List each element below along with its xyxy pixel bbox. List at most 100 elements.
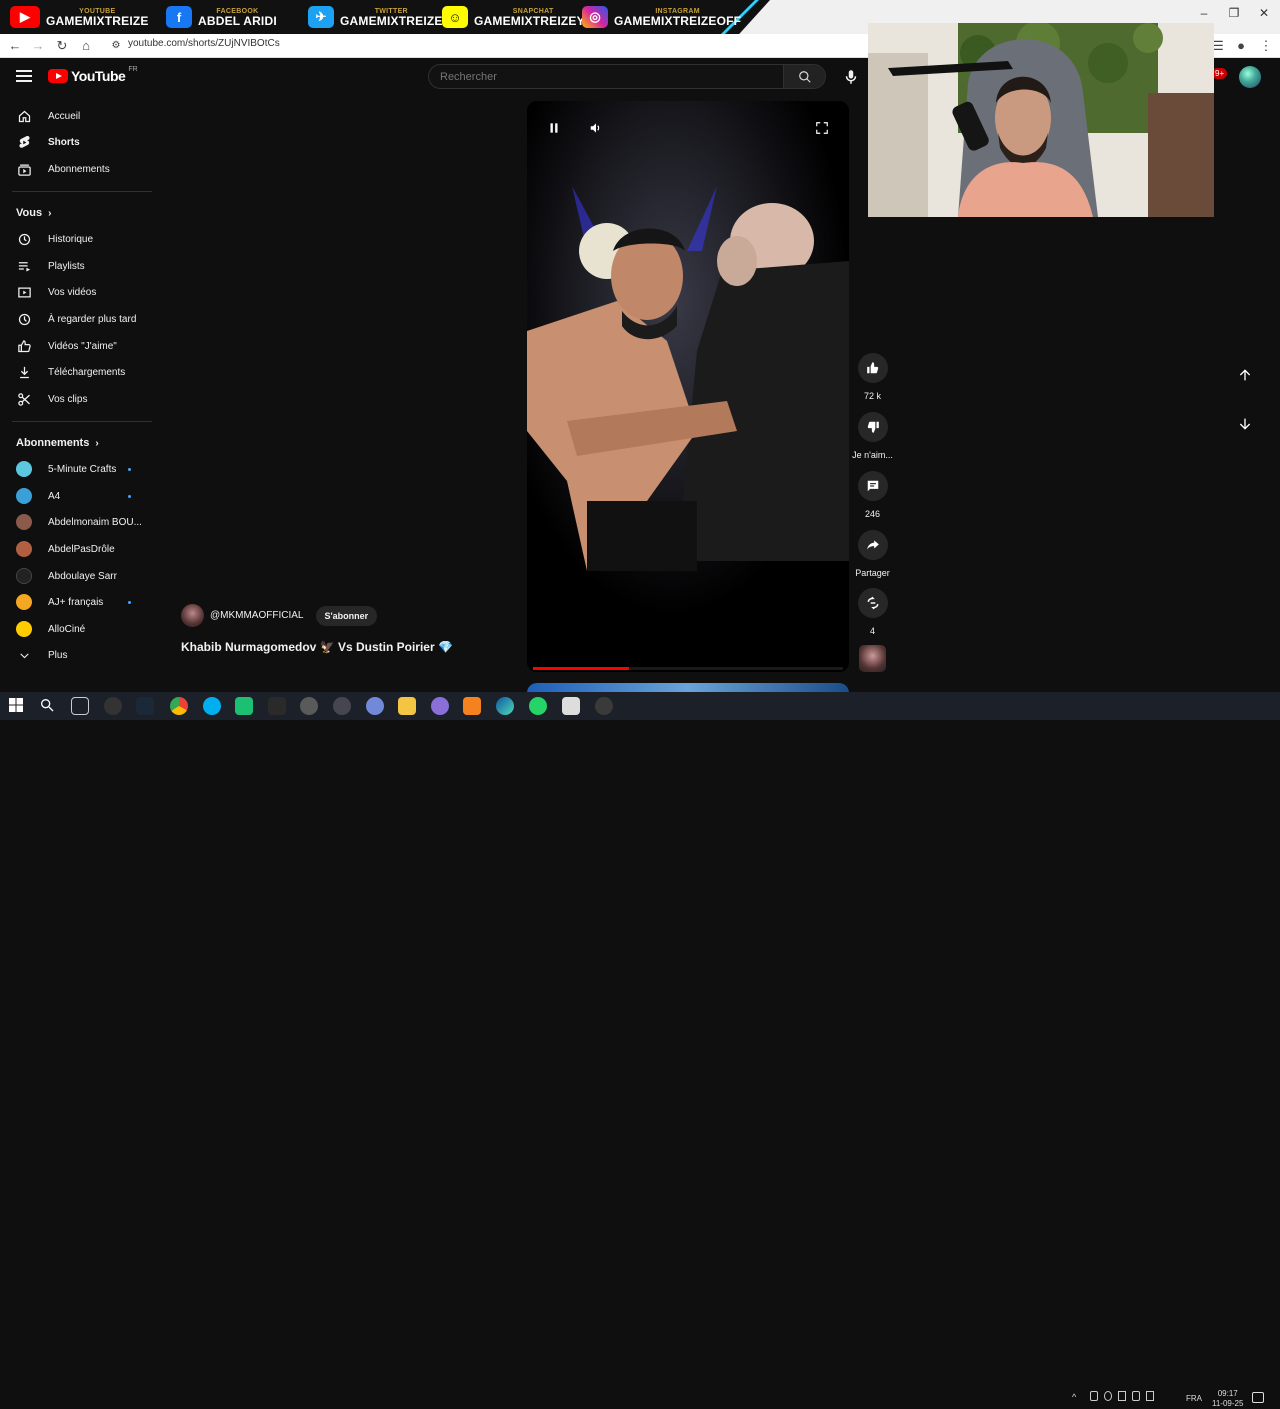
profile-icon[interactable]: ●: [1231, 36, 1251, 56]
chevron-down-icon: [17, 648, 32, 663]
sidebar-item-playlists[interactable]: Playlists: [0, 253, 150, 279]
sidebar-item-shorts[interactable]: Shorts: [0, 129, 150, 155]
sidebar-item-watch-later[interactable]: À regarder plus tard: [0, 306, 150, 332]
fullscreen-button[interactable]: [815, 121, 829, 135]
playlists-icon: [17, 259, 32, 274]
next-short-button[interactable]: [1233, 412, 1257, 436]
remix-button[interactable]: 4: [852, 588, 893, 636]
home-icon[interactable]: ⌂: [76, 36, 96, 56]
file-explorer-icon[interactable]: [398, 697, 416, 715]
sound-thumbnail[interactable]: [859, 645, 886, 672]
sidebar-item-your-videos[interactable]: Vos vidéos: [0, 279, 150, 305]
pause-button[interactable]: [547, 121, 561, 135]
sidebar-item-liked-videos[interactable]: Vidéos "J'aime": [0, 333, 150, 359]
clock[interactable]: 09:17 11-09-25: [1212, 1389, 1243, 1409]
app-icon[interactable]: [562, 697, 580, 715]
like-button[interactable]: 72 k: [852, 353, 893, 401]
windows-start-icon[interactable]: [8, 697, 26, 715]
channel-avatar: [16, 568, 32, 584]
app-icon[interactable]: [431, 697, 449, 715]
share-icon: [857, 530, 888, 560]
search-icon[interactable]: [39, 697, 57, 715]
sidebar-item-history[interactable]: Historique: [0, 226, 150, 252]
sidebar-item-subscriptions[interactable]: Abonnements: [0, 156, 150, 182]
like-count: 72 k: [863, 391, 881, 401]
back-icon[interactable]: ←: [5, 36, 25, 56]
skype-icon[interactable]: [203, 697, 221, 715]
account-avatar[interactable]: [1239, 66, 1261, 88]
sidebar-sub-allocine[interactable]: AlloCiné: [0, 616, 150, 642]
sidebar-item-label: Vidéos "J'aime": [48, 340, 117, 352]
restore-button[interactable]: ❐: [1222, 6, 1246, 20]
minimize-button[interactable]: –: [1192, 6, 1216, 20]
region-code: FR: [128, 65, 138, 73]
fullscreen-icon: [816, 122, 828, 134]
app-icon[interactable]: [300, 697, 318, 715]
sidebar-subscriptions-header[interactable]: Abonnements ›: [16, 437, 99, 449]
youtube-logo[interactable]: YouTube FR: [48, 65, 138, 84]
section-title: Abonnements: [16, 437, 90, 449]
tray-overflow-icon[interactable]: ^: [1072, 1392, 1076, 1402]
previous-short-button[interactable]: [1233, 363, 1257, 387]
forward-icon[interactable]: →: [28, 36, 48, 56]
volume-button[interactable]: [589, 121, 603, 135]
sidebar-sub-5-minute-crafts[interactable]: 5-Minute Crafts: [0, 456, 150, 482]
short-title[interactable]: Khabib Nurmagomedov 🦅 Vs Dustin Poirier …: [181, 640, 453, 654]
thumbs-up-icon: [17, 339, 32, 354]
thumbs-up-icon: [857, 353, 888, 383]
history-icon: [17, 232, 32, 247]
sidebar-item-clips[interactable]: Vos clips: [0, 386, 150, 412]
dislike-button[interactable]: Je n'aim...: [852, 412, 893, 460]
subscribe-button[interactable]: S'abonner: [315, 605, 378, 626]
notifications-icon[interactable]: [1252, 1392, 1264, 1403]
sidebar-sub-a4[interactable]: A4: [0, 483, 150, 509]
notification-badge[interactable]: 9+: [1212, 68, 1228, 79]
share-button[interactable]: Partager: [852, 530, 893, 578]
subscriptions-icon: [17, 162, 32, 177]
voice-search-button[interactable]: [842, 68, 860, 86]
system-tray-icons[interactable]: [1090, 1391, 1170, 1405]
steam-icon[interactable]: [136, 697, 154, 715]
sidebar-item-label: Shorts: [48, 136, 80, 148]
app-icon[interactable]: [104, 697, 122, 715]
sidebar-item-downloads[interactable]: Téléchargements: [0, 359, 150, 385]
sidebar-item-home[interactable]: Accueil: [0, 103, 150, 129]
close-button[interactable]: ✕: [1252, 6, 1276, 20]
task-view-icon[interactable]: [71, 697, 89, 715]
video-progress-bar[interactable]: [533, 667, 843, 670]
whatsapp-icon[interactable]: [529, 697, 547, 715]
sidebar-sub-aj-francais[interactable]: AJ+ français: [0, 589, 150, 615]
app-icon[interactable]: [463, 697, 481, 715]
reload-icon[interactable]: ↻: [52, 36, 72, 56]
channel-avatar: [16, 514, 32, 530]
sidebar-sub-abdelpasdrole[interactable]: AbdelPasDrôle: [0, 536, 150, 562]
sidebar-show-more[interactable]: Plus: [0, 642, 150, 668]
social-handle: GAMEMIXTREIZEOFF: [614, 13, 742, 28]
channel-avatar: [16, 488, 32, 504]
search-button[interactable]: [783, 65, 825, 88]
social-facebook: f FACEBOOK ABDEL ARIDI: [166, 4, 277, 30]
language-indicator[interactable]: FRA: [1186, 1394, 1202, 1403]
epic-games-icon[interactable]: [268, 697, 286, 715]
sidebar-sub-abdelmonaim[interactable]: Abdelmonaim BOU...: [0, 509, 150, 535]
menu-icon[interactable]: [16, 70, 32, 82]
sidebar-divider: [12, 421, 152, 422]
channel-avatar[interactable]: [181, 604, 204, 627]
search-input[interactable]: [429, 65, 783, 88]
thumbs-down-icon: [857, 412, 888, 442]
channel-name[interactable]: @MKMMAOFFICIAL: [210, 610, 304, 621]
app-icon[interactable]: [333, 697, 351, 715]
edge-icon[interactable]: [496, 697, 514, 715]
obs-icon[interactable]: [595, 697, 613, 715]
short-video-player[interactable]: [527, 101, 849, 672]
app-icon[interactable]: [235, 697, 253, 715]
comments-button[interactable]: 246: [852, 471, 893, 519]
chrome-icon[interactable]: [170, 697, 188, 715]
browser-menu-icon[interactable]: ⋮: [1256, 36, 1276, 56]
remix-icon: [857, 588, 888, 618]
address-bar[interactable]: youtube.com/shorts/ZUjNVIBOtCs: [128, 38, 280, 49]
discord-icon[interactable]: [366, 697, 384, 715]
sidebar-you-header[interactable]: Vous ›: [16, 207, 51, 219]
site-info-icon[interactable]: ⚙: [106, 36, 126, 56]
sidebar-sub-abdoulaye-sarr[interactable]: Abdoulaye Sarr: [0, 563, 150, 589]
